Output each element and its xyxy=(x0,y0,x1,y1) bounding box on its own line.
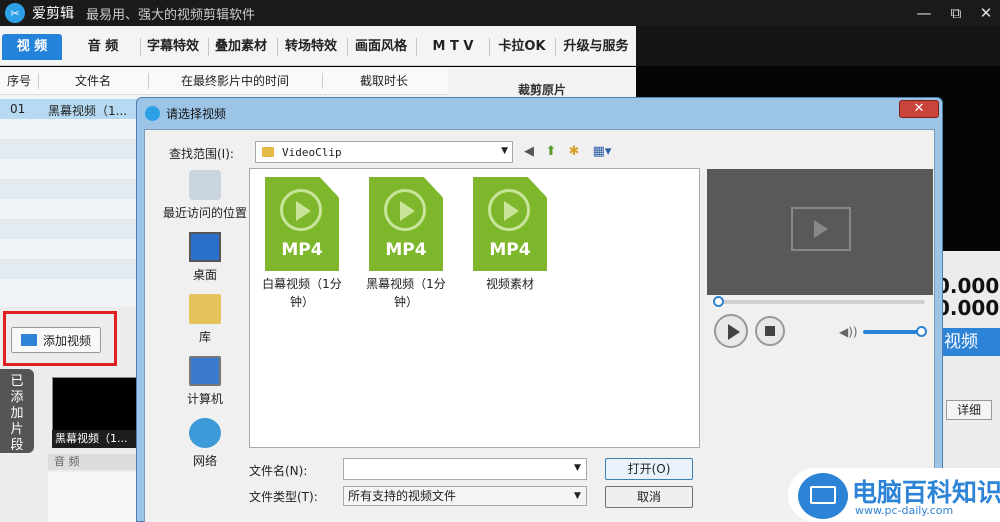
seekbar-handle[interactable] xyxy=(713,296,724,307)
place-recent[interactable]: 最近访问的位置 xyxy=(162,170,248,221)
places-bar: 最近访问的位置 桌面 库 计算机 网络 xyxy=(162,168,248,492)
col-final-time: 在最终影片中的时间 xyxy=(180,74,289,88)
file-list: MP4 白幕视频（1分钟） MP4 黑幕视频（1分钟） MP4 视频素材 xyxy=(249,168,700,448)
list-item-name: 黑幕视频（1... xyxy=(48,104,128,118)
time-readout-1: 0.000 xyxy=(936,274,1000,298)
tab-subtitle-effects[interactable]: 字幕特效 xyxy=(142,34,204,60)
highlight-box xyxy=(3,311,117,366)
file-item-name: 白幕视频（1分钟） xyxy=(262,277,342,309)
place-library[interactable]: 库 xyxy=(162,294,248,345)
file-type-label: 文件类型(T): xyxy=(249,490,318,504)
file-item[interactable]: MP4 视频素材 xyxy=(464,177,556,293)
audio-track xyxy=(48,472,138,522)
file-name-label: 文件名(N): xyxy=(249,464,308,478)
place-desktop[interactable]: 桌面 xyxy=(162,232,248,283)
file-item[interactable]: MP4 黑幕视频（1分钟） xyxy=(360,177,452,311)
chevron-down-icon[interactable]: ▼ xyxy=(574,491,581,501)
col-duration: 截取时长 xyxy=(359,74,408,88)
time-readout-2: 0.000 xyxy=(936,296,1000,320)
mp4-file-icon: MP4 xyxy=(369,177,443,271)
tabbar-filler xyxy=(636,26,1000,66)
file-item[interactable]: MP4 白幕视频（1分钟） xyxy=(256,177,348,311)
file-item-name: 黑幕视频（1分钟） xyxy=(366,277,446,309)
recent-places-icon xyxy=(189,170,221,200)
tab-karaoke[interactable]: 卡拉OK xyxy=(492,34,552,60)
dialog-title: 请选择视频 xyxy=(166,106,227,121)
new-folder-icon[interactable]: ✱ xyxy=(565,144,583,160)
desktop-icon xyxy=(189,232,221,262)
video-button[interactable]: 视频 xyxy=(936,328,1000,356)
audio-row-label: 音 频 xyxy=(48,454,138,470)
select-video-dialog: 请选择视频 ✕ 查找范围(I): VideoClip ▼ ◀ ⬆ ✱ ▦▾ 最近… xyxy=(136,97,943,522)
added-clips-tab[interactable]: 已添加片段 xyxy=(0,369,34,453)
film-icon xyxy=(791,207,851,251)
dialog-titlebar: 请选择视频 ✕ xyxy=(137,98,942,128)
app-titlebar: ✂ 爱剪辑 最易用、强大的视频剪辑软件 — ⧉ ✕ xyxy=(0,0,1000,26)
clip-list-header: 序号 文件名 在最终影片中的时间 截取时长 xyxy=(0,67,448,95)
look-in-label: 查找范围(I): xyxy=(169,147,234,161)
place-network[interactable]: 网络 xyxy=(162,418,248,469)
file-type-select[interactable]: 所有支持的视频文件 xyxy=(343,486,587,506)
cancel-button[interactable]: 取消 xyxy=(605,486,693,508)
up-folder-icon[interactable]: ⬆ xyxy=(542,144,560,160)
maximize-button[interactable]: ⧉ xyxy=(944,2,968,24)
tab-transitions[interactable]: 转场特效 xyxy=(280,34,342,60)
chevron-down-icon[interactable]: ▼ xyxy=(574,463,581,473)
added-clips-label: 已添加片段 xyxy=(10,374,24,453)
library-icon xyxy=(189,294,221,324)
col-filename: 文件名 xyxy=(74,74,111,88)
volume-icon: ◀)) xyxy=(839,325,858,339)
close-button[interactable]: ✕ xyxy=(974,2,998,24)
dialog-close-button[interactable]: ✕ xyxy=(899,100,939,118)
film-reel-icon: ✂ xyxy=(5,3,25,23)
open-button[interactable]: 打开(O) xyxy=(605,458,693,480)
place-network-label: 网络 xyxy=(192,454,217,468)
dialog-body: 查找范围(I): VideoClip ▼ ◀ ⬆ ✱ ▦▾ 最近访问的位置 桌面… xyxy=(144,129,935,522)
minimize-button[interactable]: — xyxy=(912,2,936,24)
monitor-pulse-icon xyxy=(795,470,851,522)
tab-audio[interactable]: 音 频 xyxy=(72,34,134,60)
play-icon xyxy=(728,324,740,340)
stop-icon xyxy=(765,326,775,336)
file-item-name: 视频素材 xyxy=(485,277,534,291)
chevron-down-icon: ▼ xyxy=(501,146,508,156)
clip-label: 黑幕视频（1... xyxy=(52,430,138,448)
preview-seekbar[interactable] xyxy=(717,300,925,304)
tab-mtv[interactable]: M T V xyxy=(420,34,486,60)
tab-picture-style[interactable]: 画面风格 xyxy=(350,34,412,60)
list-item-index: 01 xyxy=(10,102,26,116)
folder-icon xyxy=(262,147,274,157)
place-recent-label: 最近访问的位置 xyxy=(162,206,247,220)
play-button[interactable] xyxy=(714,314,748,348)
app-name: 爱剪辑 xyxy=(32,6,74,22)
detail-button[interactable]: 详细 xyxy=(946,400,992,420)
look-in-value: VideoClip xyxy=(282,145,342,159)
place-library-label: 库 xyxy=(198,330,211,344)
computer-icon xyxy=(189,356,221,386)
tab-upgrade-service[interactable]: 升级与服务 xyxy=(558,34,634,60)
cut-panel-title: 裁剪原片 xyxy=(517,83,566,97)
back-icon[interactable]: ◀ xyxy=(520,144,538,160)
volume-handle[interactable] xyxy=(916,326,927,337)
view-menu-icon[interactable]: ▦▾ xyxy=(589,144,615,160)
app-slogan: 最易用、强大的视频剪辑软件 xyxy=(86,7,256,23)
mp4-file-icon: MP4 xyxy=(473,177,547,271)
place-computer-label: 计算机 xyxy=(186,392,223,406)
mp4-file-icon: MP4 xyxy=(265,177,339,271)
place-desktop-label: 桌面 xyxy=(192,268,217,282)
place-computer[interactable]: 计算机 xyxy=(162,356,248,407)
volume-slider[interactable] xyxy=(863,330,919,334)
file-name-input[interactable] xyxy=(343,458,587,480)
look-in-combobox[interactable]: VideoClip ▼ xyxy=(255,141,513,163)
watermark-url: www.pc-daily.com xyxy=(855,504,954,517)
main-tabbar: 视 频 音 频 字幕特效 叠加素材 转场特效 画面风格 M T V 卡拉OK 升… xyxy=(0,26,636,66)
network-icon xyxy=(189,418,221,448)
stop-button[interactable] xyxy=(755,316,785,346)
tab-video[interactable]: 视 频 xyxy=(2,34,62,60)
app-logo-icon xyxy=(145,105,160,121)
tab-overlay-materials[interactable]: 叠加素材 xyxy=(210,34,272,60)
col-index: 序号 xyxy=(6,74,31,88)
